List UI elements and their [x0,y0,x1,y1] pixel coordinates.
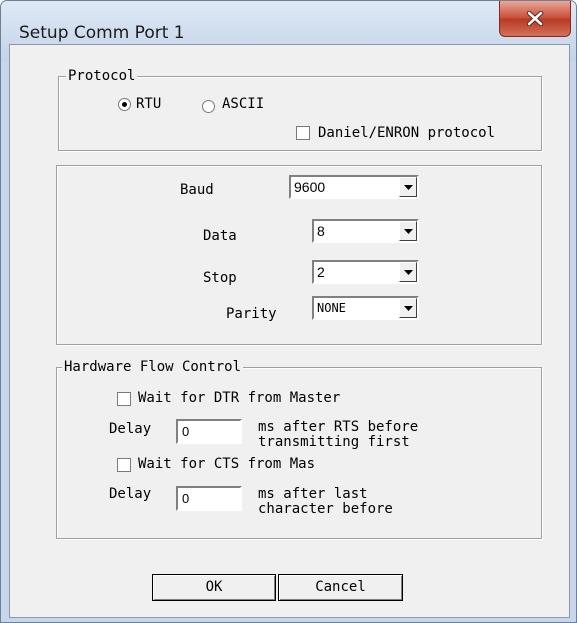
dtr-checkbox[interactable] [117,392,131,406]
parity-value: NONE [317,301,346,315]
delay2-value: 0 [182,491,190,506]
delay1-label: Delay [109,421,152,437]
dialog-body: Protocol RTU ASCII Daniel/ENRON protocol… [9,44,570,618]
ok-button[interactable]: OK [152,574,276,601]
stop-select[interactable]: 2 [312,260,419,284]
chevron-down-icon [404,306,413,311]
parity-label: Parity [226,306,277,322]
parity-select[interactable]: NONE [312,296,419,320]
chevron-down-icon [404,185,413,190]
delay1-desc-line1: ms after RTS before [258,419,419,435]
chevron-down-icon [404,270,413,275]
ascii-radio[interactable] [202,100,215,113]
baud-value: 9600 [294,179,326,195]
delay1-input[interactable]: 0 [176,419,242,444]
stop-value: 2 [317,264,325,280]
radio-selected-dot [122,102,127,107]
cts-checkbox[interactable] [117,458,131,472]
rtu-radio[interactable] [118,98,131,111]
dtr-label[interactable]: Wait for DTR from Master [138,390,340,406]
baud-select[interactable]: 9600 [289,175,419,199]
chevron-down-icon [404,229,413,234]
delay2-desc-line2: character before [258,501,393,517]
delay1-value: 0 [182,424,190,439]
ascii-label[interactable]: ASCII [222,96,264,112]
protocol-legend: Protocol [66,68,138,84]
hardware-flow-legend: Hardware Flow Control [62,359,244,375]
window-title: Setup Comm Port 1 [19,23,185,43]
close-button[interactable] [499,1,571,37]
data-dropdown-button[interactable] [399,221,417,241]
parity-dropdown-button[interactable] [399,298,417,318]
baud-label: Baud [180,182,214,198]
stop-dropdown-button[interactable] [399,262,417,282]
delay2-label: Delay [109,486,152,502]
stop-label: Stop [203,270,237,286]
daniel-enron-checkbox[interactable] [296,126,310,140]
baud-dropdown-button[interactable] [399,177,417,197]
delay1-desc-line2: transmitting first [258,434,410,450]
daniel-enron-label-clip: Daniel/ENRON protocol [318,125,541,143]
data-label: Data [203,228,237,244]
cancel-button[interactable]: Cancel [278,574,403,601]
data-select[interactable]: 8 [312,219,419,243]
data-value: 8 [317,223,325,239]
rtu-label[interactable]: RTU [136,96,161,112]
delay2-input[interactable]: 0 [176,486,242,511]
close-x-icon [526,11,544,26]
delay2-desc-line1: ms after last [258,486,368,502]
setup-comm-port-dialog: Setup Comm Port 1 Protocol RTU ASCII Dan… [0,0,577,623]
cts-label[interactable]: Wait for CTS from Mas [138,456,315,472]
daniel-enron-label[interactable]: Daniel/ENRON protocol [318,125,495,141]
